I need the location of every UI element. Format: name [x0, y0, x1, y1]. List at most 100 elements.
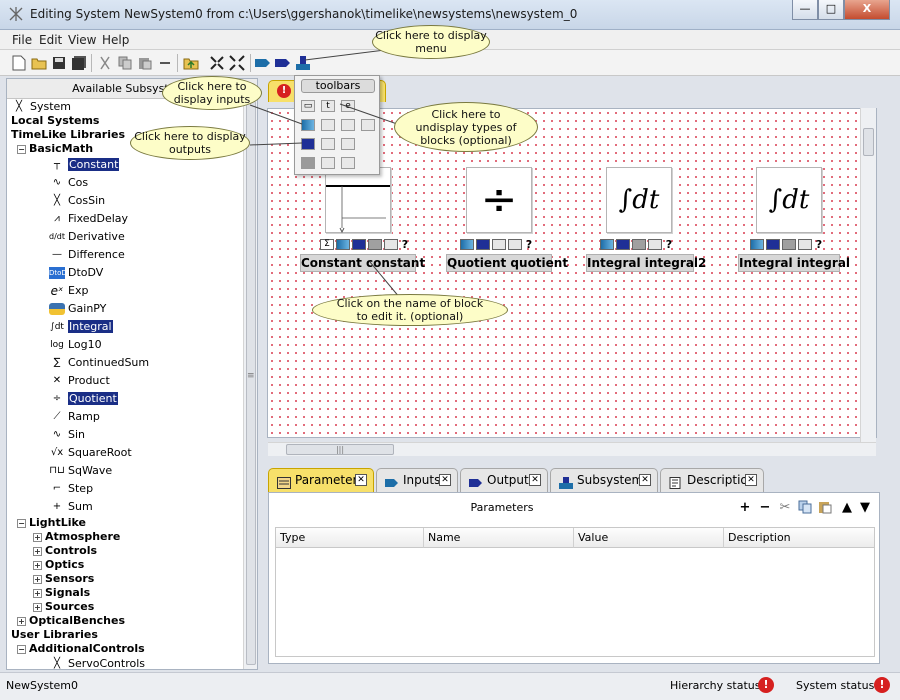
expand-toggle-icon[interactable]: + — [33, 602, 42, 612]
column-header-description[interactable]: Description — [724, 528, 874, 548]
tree-item-sin[interactable]: ∿ Sin — [49, 428, 85, 442]
edit-toggle-icon[interactable]: e — [341, 100, 355, 112]
column-header-name[interactable]: Name — [424, 528, 574, 548]
close-button[interactable]: X — [844, 0, 890, 20]
tree-item-opticalbenches[interactable]: + OpticalBenches — [17, 614, 125, 628]
output-port-icon[interactable] — [352, 238, 366, 250]
tree-item-basicmath[interactable]: − BasicMath — [17, 142, 93, 156]
outputs-toolbar-icon[interactable] — [274, 54, 292, 72]
tree-item-local-systems[interactable]: Local Systems — [11, 114, 99, 128]
inputs-toolbar-icon[interactable] — [254, 54, 272, 72]
block-name-quotient[interactable]: Quotient quotient — [446, 254, 568, 272]
tree-item-additionalcontrols[interactable]: − AdditionalControls — [17, 642, 145, 656]
constant-block-icon[interactable] — [325, 167, 391, 234]
quotient-block-icon[interactable]: ÷ — [466, 167, 532, 233]
tree-item-controls[interactable]: + Controls — [33, 544, 97, 558]
inputs-toggle-icon[interactable] — [301, 119, 315, 131]
cut-icon[interactable] — [96, 54, 114, 72]
tree-item-squareroot[interactable]: √x SquareRoot — [49, 446, 132, 460]
tree-item-step[interactable]: ⌐ Step — [49, 482, 93, 496]
paste-icon[interactable] — [817, 500, 833, 516]
subsystems-toggle-icon[interactable] — [301, 157, 315, 169]
tree-item-gainpy[interactable]: GainPY — [49, 302, 106, 316]
inputs-option-icon[interactable] — [361, 119, 375, 131]
up-folder-icon[interactable] — [182, 54, 200, 72]
sum-toggle-icon[interactable]: ▭ — [301, 100, 315, 112]
tree-item-ramp[interactable]: ⟋ Ramp — [49, 410, 100, 424]
hierarchy-error-icon[interactable]: ! — [758, 677, 774, 693]
subsystem-port-icon[interactable] — [492, 238, 506, 250]
tree-item-atmosphere[interactable]: + Atmosphere — [33, 530, 120, 544]
expand-toggle-icon[interactable]: + — [33, 588, 42, 598]
tree-item-sum[interactable]: + Sum — [49, 500, 93, 514]
expand-toggle-icon[interactable]: + — [33, 560, 42, 570]
remove-parameter-icon[interactable]: − — [757, 500, 773, 516]
tree-item-integral[interactable]: ∫dt Integral — [49, 320, 113, 334]
integral-block-icon[interactable]: ∫dt — [756, 167, 822, 233]
tree-item-dtodv[interactable]: DtoDVDtoDV — [49, 266, 103, 280]
help-icon[interactable]: ? — [400, 239, 410, 250]
tree-item-log10[interactable]: log Log10 — [49, 338, 102, 352]
close-tab-icon[interactable]: ✕ — [639, 474, 651, 486]
integral2-block-icon[interactable]: ∫dt — [606, 167, 672, 233]
tree-item-servocontrols[interactable]: ╳ ServoControls — [49, 657, 145, 669]
canvas-vertical-scrollbar[interactable] — [860, 108, 876, 442]
expand-icon[interactable] — [228, 54, 246, 72]
tree-item-quotient[interactable]: ÷ Quotient — [49, 392, 118, 406]
remove-icon[interactable] — [156, 54, 174, 72]
tree-scrollbar[interactable]: ≡ — [243, 99, 257, 669]
tree-item-signals[interactable]: + Signals — [33, 586, 90, 600]
new-file-icon[interactable] — [10, 54, 28, 72]
tree-item-timelike-libraries[interactable]: TimeLike Libraries — [11, 128, 125, 142]
subsystem-port-icon[interactable] — [632, 238, 646, 250]
expand-toggle-icon[interactable]: + — [33, 574, 42, 584]
description-port-icon[interactable] — [384, 238, 398, 250]
tree-item-difference[interactable]: — Difference — [49, 248, 125, 262]
close-tab-icon[interactable]: ✕ — [355, 474, 367, 486]
output-port-icon[interactable] — [616, 238, 630, 250]
help-icon[interactable]: ? — [524, 239, 534, 250]
save-icon[interactable] — [50, 54, 68, 72]
subsystem-port-icon[interactable] — [368, 238, 382, 250]
copy-icon[interactable] — [797, 500, 813, 516]
tree-item-fixeddelay[interactable]: ⩘ FixedDelay — [49, 212, 128, 226]
description-port-icon[interactable] — [648, 238, 662, 250]
display-menu-icon[interactable] — [294, 54, 312, 72]
tab-inputs[interactable]: Inputs ✕ — [376, 468, 458, 492]
input-port-icon[interactable] — [750, 238, 764, 250]
inputs-option-icon[interactable] — [321, 119, 335, 131]
subsystems-option-icon[interactable] — [341, 157, 355, 169]
move-up-icon[interactable]: ▲ — [839, 500, 855, 516]
expand-toggle-icon[interactable]: + — [33, 546, 42, 556]
tab-outputs[interactable]: Outputs ✕ — [460, 468, 548, 492]
outputs-option-icon[interactable] — [321, 138, 335, 150]
close-tab-icon[interactable]: ✕ — [529, 474, 541, 486]
menu-view[interactable]: View — [68, 33, 96, 47]
tree-item-optics[interactable]: + Optics — [33, 558, 84, 572]
save-all-icon[interactable] — [70, 54, 88, 72]
subsystem-port-icon[interactable] — [782, 238, 796, 250]
tree-item-cossin[interactable]: ╳ CosSin — [49, 194, 105, 208]
tree-item-user-libraries[interactable]: User Libraries — [11, 628, 98, 642]
add-parameter-icon[interactable]: + — [737, 500, 753, 516]
tree-item-sensors[interactable]: + Sensors — [33, 572, 94, 586]
menu-file[interactable]: File — [12, 33, 32, 47]
tree-item-product[interactable]: ✕ Product — [49, 374, 110, 388]
text-toggle-icon[interactable]: t — [321, 100, 335, 112]
description-port-icon[interactable] — [798, 238, 812, 250]
collapse-toggle-icon[interactable]: − — [17, 518, 26, 528]
paste-icon[interactable] — [136, 54, 154, 72]
block-name-constant[interactable]: Constant constant — [300, 254, 425, 272]
tree-item-continuedsum[interactable]: ∑ ContinuedSum — [49, 356, 150, 370]
tree-item-lightlike[interactable]: − LightLike — [17, 516, 86, 530]
tab-subsystems[interactable]: Subsystems ✕ — [550, 468, 658, 492]
copy-icon[interactable] — [116, 54, 134, 72]
tree-item-constant[interactable]: ┬ Constant — [49, 158, 120, 172]
expand-toggle-icon[interactable]: + — [33, 532, 42, 542]
minimize-button[interactable]: — — [792, 0, 818, 20]
maximize-button[interactable]: □ — [818, 0, 844, 20]
tree-item-system[interactable]: ╳ System — [11, 100, 71, 114]
input-port-icon[interactable] — [460, 238, 474, 250]
column-header-value[interactable]: Value — [574, 528, 724, 548]
subsystems-option-icon[interactable] — [321, 157, 335, 169]
